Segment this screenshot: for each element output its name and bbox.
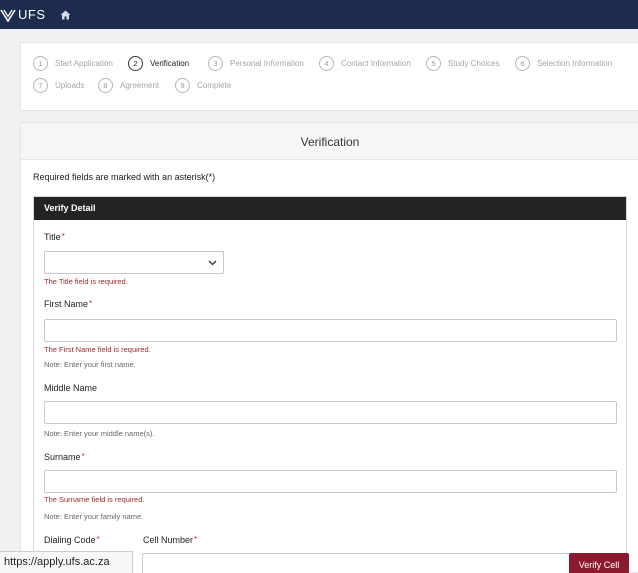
title-select[interactable] <box>44 251 224 274</box>
cell-number-label: Cell Number* <box>143 535 197 545</box>
surname-error: The Surname field is required. <box>44 495 145 504</box>
dialing-code-label-text: Dialing Code <box>44 535 96 545</box>
step-number: 6 <box>515 56 530 71</box>
chevron-down-icon <box>208 260 217 266</box>
logo-text: UFS <box>18 7 46 22</box>
panel-header: Verification <box>21 123 638 160</box>
step-label: Verification <box>150 59 190 68</box>
cell-number-input[interactable] <box>142 553 570 573</box>
ufs-shield-icon <box>0 9 16 22</box>
ufs-logo[interactable]: UFS <box>0 7 46 23</box>
step-label: Study Choices <box>448 59 500 68</box>
step-agreement[interactable]: 8 Agreement <box>98 78 159 93</box>
required-asterisk: * <box>96 535 100 544</box>
step-number: 5 <box>426 56 441 71</box>
surname-note: Note: Enter your family name. <box>44 512 144 521</box>
step-label: Uploads <box>55 81 85 90</box>
first-name-error: The First Name field is required. <box>44 345 151 354</box>
required-fields-note: Required fields are marked with an aster… <box>33 172 216 182</box>
step-verification[interactable]: 2 Verification <box>128 56 189 71</box>
title-label: Title* <box>44 232 65 242</box>
page-title: Verification <box>300 135 360 149</box>
step-number: 3 <box>208 56 223 71</box>
link-url-status-tooltip: https://apply.ufs.ac.za <box>0 551 133 573</box>
required-asterisk: * <box>81 452 85 461</box>
card-title: Verify Detail <box>44 203 96 213</box>
required-asterisk: * <box>61 232 65 241</box>
step-number: 1 <box>33 56 48 71</box>
verify-cell-button[interactable]: Verify Cell <box>569 553 629 573</box>
surname-input[interactable] <box>44 470 617 493</box>
home-icon[interactable] <box>60 10 71 20</box>
first-name-label-text: First Name <box>44 299 89 309</box>
step-label: Agreement <box>120 81 160 90</box>
first-name-label: First Name* <box>44 299 92 309</box>
step-label: Complete <box>197 81 232 90</box>
step-number: 7 <box>33 78 48 93</box>
step-label: Personal Information <box>230 59 304 68</box>
step-number: 8 <box>98 78 113 93</box>
middle-name-input[interactable] <box>44 401 617 424</box>
required-asterisk: * <box>194 535 198 544</box>
first-name-input[interactable] <box>44 319 617 342</box>
step-complete[interactable]: 9 Complete <box>175 78 231 93</box>
first-name-note: Note: Enter your first name. <box>44 360 136 369</box>
cell-number-label-text: Cell Number <box>143 535 194 545</box>
step-personal-information[interactable]: 3 Personal Information <box>208 56 304 71</box>
verify-detail-card: Verify Detail Title* The Title field is … <box>33 196 629 573</box>
step-label: Contact Information <box>341 59 411 68</box>
step-selection-information[interactable]: 6 Selection Information <box>515 56 612 71</box>
step-number: 2 <box>128 56 143 71</box>
step-label: Selection Information <box>537 59 613 68</box>
card-header: Verify Detail <box>34 197 626 220</box>
surname-label-text: Surname <box>44 452 81 462</box>
dialing-code-label: Dialing Code* <box>44 535 100 545</box>
step-contact-information[interactable]: 4 Contact Information <box>319 56 411 71</box>
step-start-application[interactable]: 1 Start Application <box>33 56 113 71</box>
step-number: 4 <box>319 56 334 71</box>
application-steps-panel: 1 Start Application 2 Verification 3 Per… <box>20 42 638 111</box>
step-uploads[interactable]: 7 Uploads <box>33 78 84 93</box>
step-study-choices[interactable]: 5 Study Choices <box>426 56 500 71</box>
top-navigation-bar: UFS <box>0 0 638 29</box>
required-asterisk: * <box>89 299 93 308</box>
middle-name-label: Middle Name <box>44 383 98 393</box>
surname-label: Surname* <box>44 452 85 462</box>
middle-name-note: Note: Enter your middle name(s). <box>44 429 155 438</box>
title-error: The Title field is required. <box>44 277 128 286</box>
step-label: Start Application <box>55 59 113 68</box>
verification-panel: Verification Required fields are marked … <box>20 122 638 573</box>
title-label-text: Title <box>44 232 61 242</box>
step-number: 9 <box>175 78 190 93</box>
